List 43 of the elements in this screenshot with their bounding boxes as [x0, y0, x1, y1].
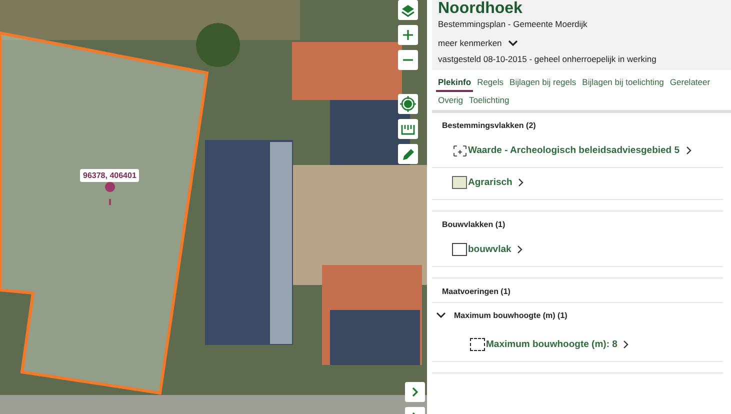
legend-swatch-icon: [452, 144, 467, 157]
location-pin-icon: [105, 182, 115, 206]
group-toggle[interactable]: Maximum bouwhoogte (m) (1): [432, 302, 723, 328]
plan-title: Noordhoek: [438, 0, 524, 17]
map-button[interactable]: [398, 94, 418, 114]
coordinate-label: 96378, 406401: [80, 169, 140, 182]
chevron-right-icon: [686, 146, 692, 155]
pencil-icon: [402, 148, 414, 160]
chevron-down-icon: [436, 312, 446, 319]
tab[interactable]: Overig: [436, 92, 466, 110]
legend-link[interactable]: Maximum bouwhoogte (m): 8: [486, 339, 630, 350]
ruler-icon: [401, 124, 415, 134]
map-button[interactable]: [398, 144, 418, 164]
map-button[interactable]: [398, 119, 418, 139]
map-button[interactable]: [398, 0, 418, 20]
legend-swatch-icon: [470, 338, 485, 351]
section-heading: Bestemmingsvlakken (2): [441, 120, 537, 132]
map-button[interactable]: [398, 50, 418, 70]
legend-link[interactable]: Waarde - Archeologisch beleidsadviesgebied 5: [468, 145, 692, 156]
legend-link[interactable]: Agrarisch: [468, 177, 524, 188]
chevron-right-icon: [518, 178, 524, 187]
map-button[interactable]: [405, 382, 425, 402]
tab[interactable]: Regels: [475, 74, 506, 92]
more-properties-toggle[interactable]: meer kenmerken: [438, 38, 518, 48]
tab[interactable]: Bijlagen bij toelichting: [580, 74, 666, 92]
legend-link[interactable]: bouwvlak: [468, 244, 524, 255]
tab[interactable]: Plekinfo: [436, 74, 474, 92]
section-heading: Maatvoeringen (1): [441, 286, 512, 298]
zoom-in-icon: [403, 30, 413, 40]
chevron-right-icon: [623, 340, 630, 349]
chevron-right-icon: [412, 387, 418, 397]
chevron-right-icon: [517, 245, 524, 254]
layers-icon: [401, 4, 415, 16]
chevron-down-icon: [508, 40, 518, 46]
plan-subtitle: Bestemmingsplan - Gemeente Moerdijk: [438, 19, 588, 29]
legend-swatch-icon: [452, 243, 467, 256]
map-button[interactable]: [398, 25, 418, 45]
tab[interactable]: Bijlagen bij regels: [508, 74, 578, 92]
section-heading: Bouwvlakken (1): [441, 219, 506, 231]
tab[interactable]: Gerelateer: [668, 74, 712, 92]
tab[interactable]: Toelichting: [467, 92, 512, 110]
crosshair-icon: [400, 96, 416, 112]
plan-status: vastgesteld 08-10-2015 - geheel onherroepelijk in werking: [438, 54, 658, 64]
